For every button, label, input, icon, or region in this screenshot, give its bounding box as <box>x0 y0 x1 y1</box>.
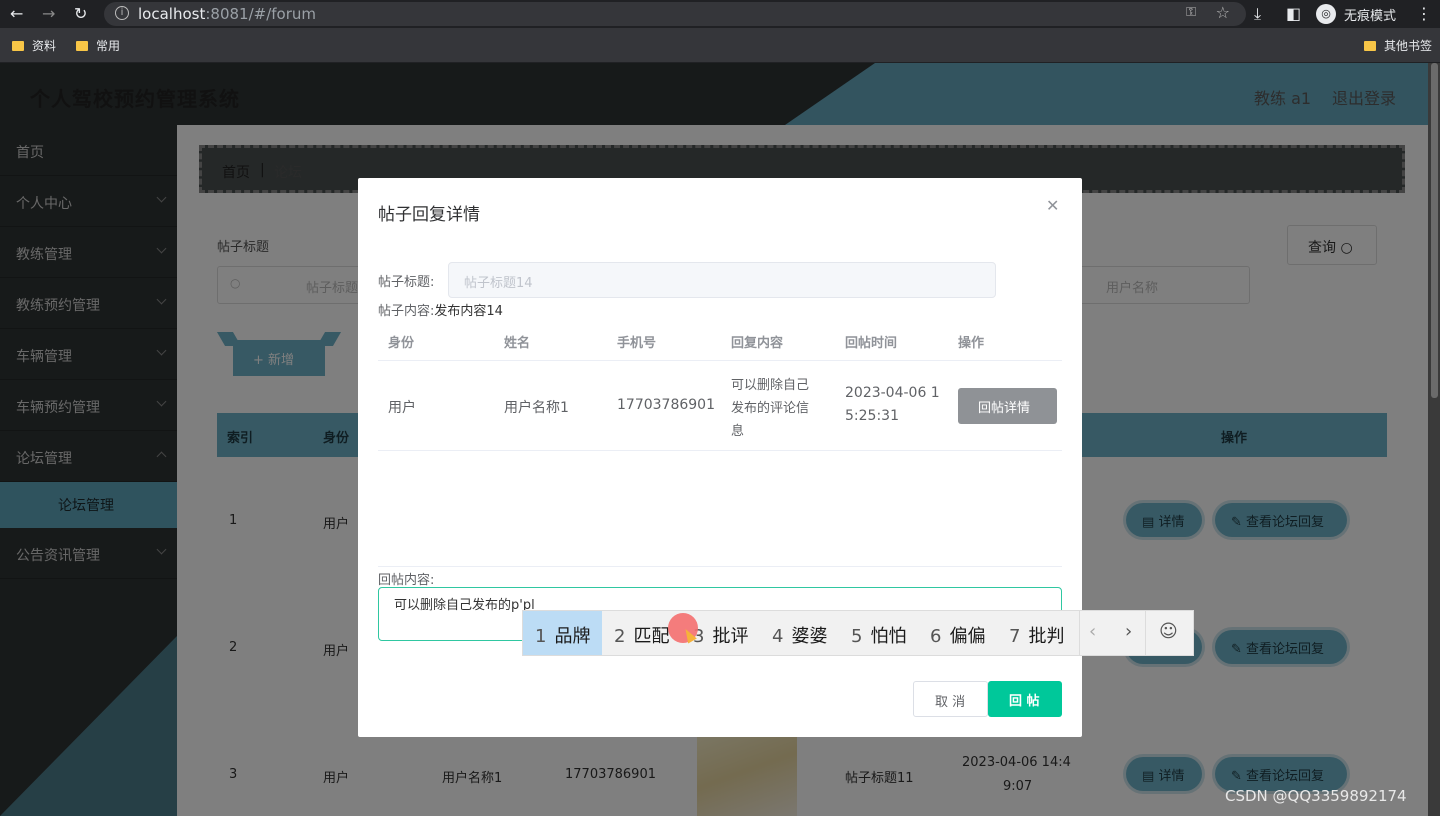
incognito-label: 无痕模式 <box>1344 9 1397 24</box>
column-header: 操作 <box>958 336 985 351</box>
column-header: 回帖时间 <box>845 336 898 351</box>
page-scrollbar[interactable] <box>1428 63 1440 816</box>
divider <box>378 450 1062 451</box>
other-bookmarks[interactable]: 其他书签 <box>1364 37 1432 54</box>
reply-time-line: 2023-04-06 1 <box>845 385 940 401</box>
divider <box>1079 611 1080 655</box>
reply-detail-button[interactable]: 回帖详情 <box>958 388 1057 424</box>
reply-content-line: 可以删除自己 <box>731 378 810 393</box>
reload-icon[interactable]: ↻ <box>74 4 87 23</box>
reply-phone: 17703786901 <box>617 397 715 413</box>
smiley-icon[interactable]: ☺ <box>1159 621 1178 642</box>
post-title-label: 帖子标题: <box>378 275 435 290</box>
bookmarks-bar: 资料 常用 其他书签 <box>0 28 1440 63</box>
bookmark-star-icon[interactable]: ☆ <box>1216 3 1230 22</box>
cancel-button[interactable]: 取 消 <box>913 681 988 717</box>
reply-time-line: 5:25:31 <box>845 408 899 424</box>
side-panel-icon[interactable]: ◧ <box>1286 4 1301 23</box>
divider <box>378 360 1062 361</box>
dialog-title: 帖子回复详情 <box>378 205 480 225</box>
scrollbar-thumb[interactable] <box>1431 63 1438 398</box>
folder-icon <box>12 41 24 51</box>
site-info-icon[interactable]: i <box>115 6 129 20</box>
bookmark-folder-1[interactable]: 资料 <box>12 37 56 54</box>
key-icon[interactable]: ⚿ <box>1186 5 1196 20</box>
column-header: 身份 <box>388 336 415 351</box>
ime-candidate-bar: 1 品牌 2 匹配 3 批评 4 婆婆 5 怕怕 6 偏偏 7 批判 ‹ › ☺ <box>522 610 1194 656</box>
reply-content-line: 发布的评论信 <box>731 401 810 416</box>
chevron-right-icon[interactable]: › <box>1125 621 1132 642</box>
divider <box>1145 611 1146 655</box>
ime-candidate[interactable]: 7 批判 <box>997 611 1076 655</box>
menu-icon[interactable]: ⋮ <box>1416 4 1432 23</box>
reply-name: 用户名称1 <box>504 400 569 416</box>
ime-candidate[interactable]: 4 婆婆 <box>760 611 839 655</box>
post-title-field: 帖子标题14 <box>448 262 996 298</box>
column-header: 姓名 <box>504 336 531 351</box>
column-header: 回复内容 <box>731 336 784 351</box>
post-content-label: 帖子内容:发布内容14 <box>378 304 503 319</box>
ime-candidate[interactable]: 6 偏偏 <box>918 611 997 655</box>
incognito-icon[interactable]: ◎ <box>1316 4 1336 24</box>
reply-content-label: 回帖内容: <box>378 573 435 588</box>
bookmark-folder-2[interactable]: 常用 <box>76 37 120 54</box>
reply-identity: 用户 <box>388 400 416 416</box>
browser-toolbar: ← → ↻ i localhost:8081/#/forum ⚿ ☆ ⤓ ◧ ◎… <box>0 0 1440 28</box>
divider <box>378 566 1062 567</box>
submit-reply-button[interactable]: 回 帖 <box>988 681 1062 717</box>
chevron-left-icon[interactable]: ‹ <box>1089 621 1096 642</box>
close-icon[interactable]: ✕ <box>1046 196 1059 215</box>
reply-content-line: 息 <box>731 424 745 439</box>
column-header: 手机号 <box>617 336 657 351</box>
folder-icon <box>76 41 88 51</box>
url-text: localhost:8081/#/forum <box>138 5 316 23</box>
forward-icon[interactable]: → <box>42 4 55 23</box>
folder-icon <box>1364 41 1376 51</box>
watermark: CSDN @QQ3359892174 <box>1225 787 1407 805</box>
address-bar[interactable]: i localhost:8081/#/forum ⚿ ☆ <box>104 2 1246 26</box>
ime-candidate[interactable]: 5 怕怕 <box>839 611 918 655</box>
back-icon[interactable]: ← <box>10 4 23 23</box>
ime-candidate[interactable]: 1 品牌 <box>523 611 602 655</box>
download-icon[interactable]: ⤓ <box>1254 4 1261 24</box>
